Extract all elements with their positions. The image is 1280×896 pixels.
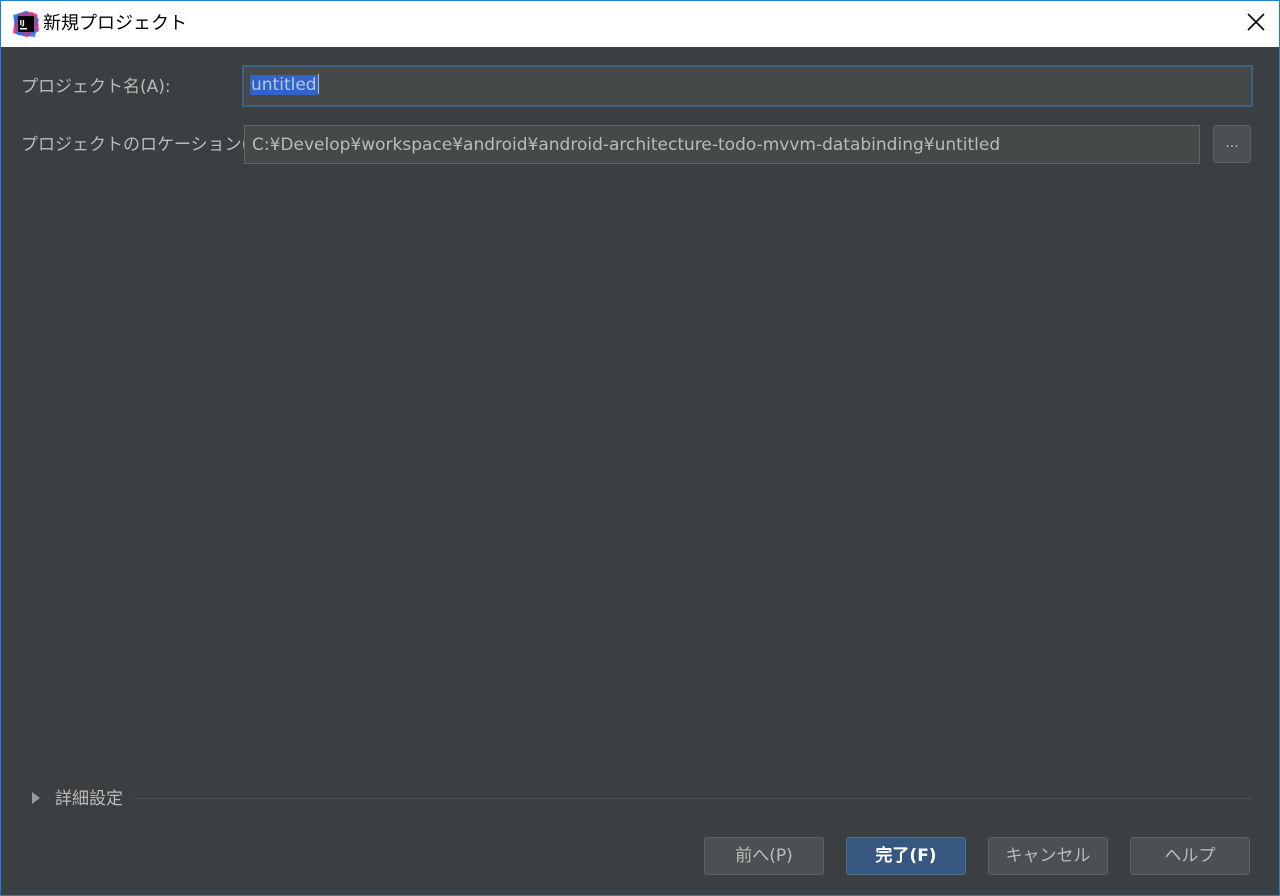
finish-button[interactable]: 完了(F) xyxy=(846,837,966,875)
project-name-value[interactable]: untitled xyxy=(250,75,318,95)
project-location-input[interactable]: C:¥Develop¥workspace¥android¥android-arc… xyxy=(244,125,1200,164)
project-location-label: プロジェクトのロケーション(L): xyxy=(21,135,271,155)
project-name-input[interactable]: untitled xyxy=(242,65,1253,107)
help-button[interactable]: ヘルプ xyxy=(1130,837,1250,875)
project-location-value[interactable]: C:¥Develop¥workspace¥android¥android-arc… xyxy=(252,135,1000,155)
text-caret xyxy=(317,74,319,94)
new-project-dialog: IJ 新規プロジェクト プロジェクト名(A): untitled プロジェクトの… xyxy=(1,1,1279,895)
close-icon[interactable] xyxy=(1247,13,1265,35)
close-button[interactable] xyxy=(1233,1,1279,47)
window-title: 新規プロジェクト xyxy=(43,13,187,34)
previous-button[interactable]: 前へ(P) xyxy=(704,837,824,875)
browse-button[interactable]: ... xyxy=(1213,125,1251,163)
advanced-settings-toggle[interactable]: 詳細設定 xyxy=(30,788,1252,810)
intellij-idea-icon: IJ xyxy=(13,11,39,37)
advanced-settings-label[interactable]: 詳細設定 xyxy=(55,788,123,810)
section-divider xyxy=(134,798,1252,799)
expand-triangle-icon[interactable] xyxy=(32,792,40,804)
title-bar: IJ 新規プロジェクト xyxy=(1,1,1279,47)
cancel-button[interactable]: キャンセル xyxy=(988,837,1108,875)
app-icon-text: IJ xyxy=(20,19,25,27)
project-name-label: プロジェクト名(A): xyxy=(21,77,171,97)
